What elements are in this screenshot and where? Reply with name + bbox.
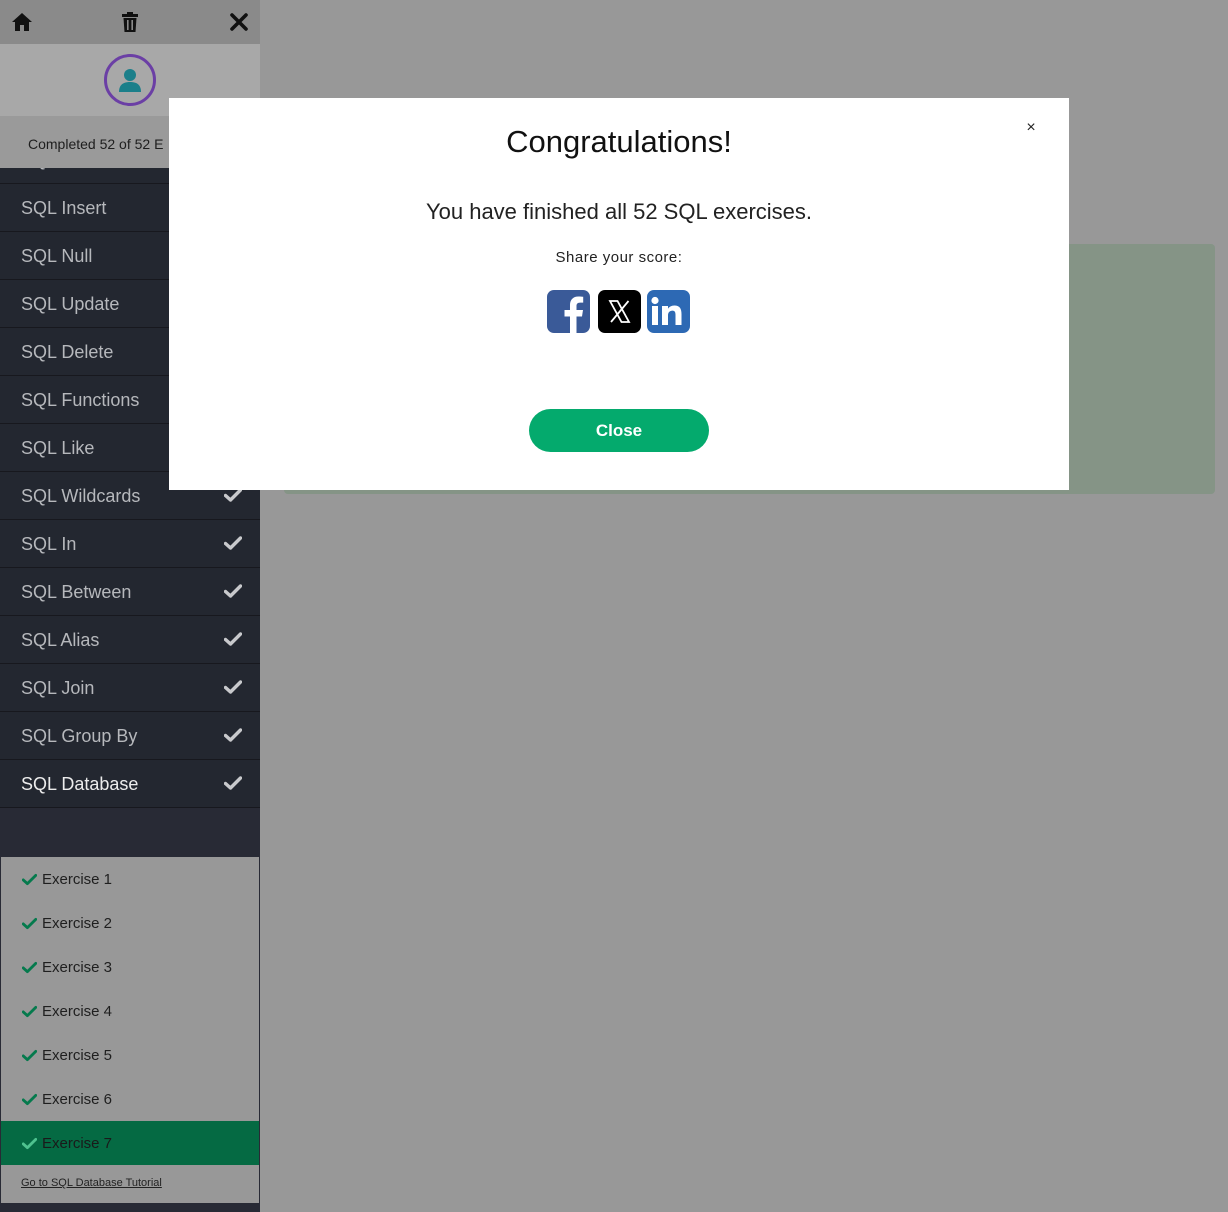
modal-title: Congratulations!: [506, 124, 732, 159]
exercise-label: Exercise 7: [42, 1135, 113, 1152]
sidebar-chapter-item[interactable]: SQL In: [0, 520, 260, 568]
checkmark-icon: [223, 488, 243, 504]
exercise-label: Exercise 5: [42, 1047, 113, 1064]
checkmark-icon: [223, 632, 243, 648]
exercise-item[interactable]: Exercise 5: [1, 1033, 259, 1077]
checkmark-icon: [21, 1005, 38, 1018]
checkmark-icon: [21, 1093, 38, 1106]
share-label: Share your score:: [555, 249, 683, 266]
exercise-label: Exercise 6: [42, 1091, 113, 1108]
sidebar-chapter-item[interactable]: SQL Alias: [0, 616, 260, 664]
tutorial-link[interactable]: Go to SQL Database Tutorial: [21, 1177, 162, 1189]
sidebar-chapter-item[interactable]: SQL Group By: [0, 712, 260, 760]
exercise-item[interactable]: Exercise 1: [1, 857, 259, 901]
checkmark-icon: [21, 873, 38, 886]
home-icon[interactable]: [8, 8, 36, 36]
chapter-label: SQL Update: [21, 294, 120, 314]
chapter-label: SQL Insert: [21, 198, 107, 218]
chapter-label: SQL Wildcards: [21, 486, 141, 506]
congratulations-modal: × Congratulations! You have finished all…: [169, 98, 1069, 490]
exercise-label: Exercise 4: [42, 1003, 113, 1020]
chapter-label: SQL Between: [21, 582, 132, 602]
modal-message: You have finished all 52 SQL exercises.: [425, 199, 813, 224]
sidebar-chapter-item[interactable]: SQL Join: [0, 664, 260, 712]
close-icon[interactable]: [225, 8, 253, 36]
x-icon[interactable]: [598, 290, 641, 333]
chapter-label: SQL Alias: [21, 630, 100, 650]
progress-text: Completed 52 of 52 E: [28, 136, 164, 152]
checkmark-icon: [21, 1049, 38, 1062]
chapter-label: SQL In: [21, 534, 77, 554]
sidebar-chapter-item[interactable]: SQL Between: [0, 568, 260, 616]
chapter-label: SQL Functions: [21, 390, 140, 410]
exercise-item[interactable]: Exercise 3: [1, 945, 259, 989]
chapter-label: SQL Database: [21, 774, 139, 794]
exercise-item[interactable]: Exercise 2: [1, 901, 259, 945]
exercise-item[interactable]: Exercise 6: [1, 1077, 259, 1121]
checkmark-icon: [21, 961, 38, 974]
checkmark-icon: [223, 584, 243, 600]
exercise-item[interactable]: Exercise 7: [1, 1121, 259, 1165]
checkmark-icon: [21, 917, 38, 930]
chapter-label: SQL Like: [21, 438, 95, 458]
checkmark-icon: [21, 1137, 38, 1150]
exercise-label: Exercise 1: [42, 871, 113, 888]
chapter-label: SQL Null: [21, 246, 93, 266]
checkmark-icon: [223, 536, 243, 552]
facebook-icon[interactable]: [547, 290, 590, 333]
chapter-label: SQL Join: [21, 678, 95, 698]
checkmark-icon: [223, 728, 243, 744]
checkmark-icon: [223, 680, 243, 696]
exercise-item[interactable]: Exercise 4: [1, 989, 259, 1033]
chapter-label: SQL Delete: [21, 342, 114, 362]
user-avatar-icon[interactable]: [104, 54, 156, 106]
exercise-list: Exercise 1 Exercise 2 Exercise 3 Exercise 4…: [1, 857, 259, 1203]
tutorial-link-row: Go to SQL Database Tutorial: [1, 1165, 259, 1203]
linkedin-icon[interactable]: [647, 290, 690, 333]
sidebar-chapter-item[interactable]: SQL Database: [0, 760, 260, 808]
chapter-label: SQL Group By: [21, 726, 138, 746]
exercise-label: Exercise 2: [42, 915, 113, 932]
exercise-label: Exercise 3: [42, 959, 113, 976]
checkmark-icon: [223, 776, 243, 792]
trash-icon[interactable]: [116, 8, 144, 36]
close-button[interactable]: Close: [529, 409, 709, 452]
sidebar-toolbar: [0, 0, 260, 44]
